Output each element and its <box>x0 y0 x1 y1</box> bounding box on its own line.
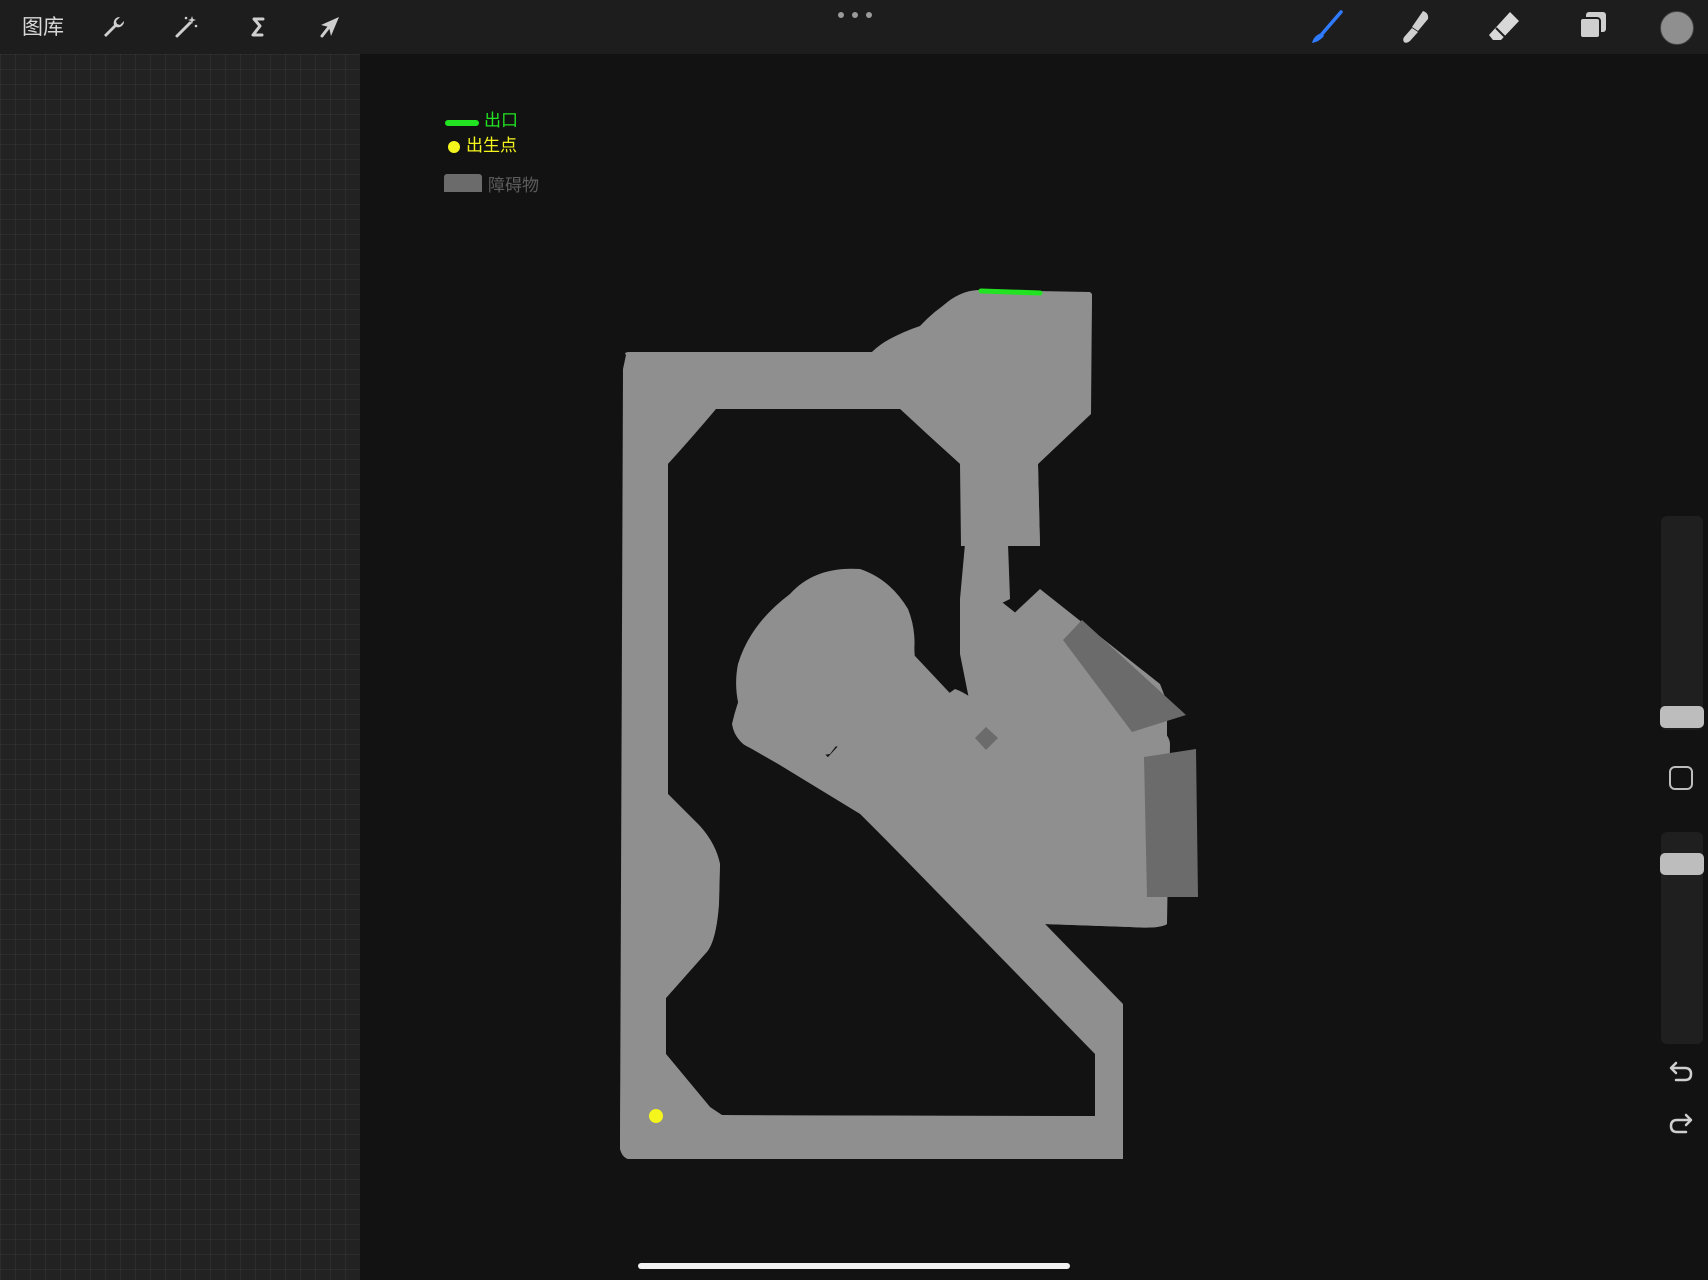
gallery-button[interactable]: 图库 <box>22 12 64 42</box>
selection-s-icon[interactable] <box>236 5 280 49</box>
square-modify-icon[interactable] <box>1669 766 1693 790</box>
brush-icon[interactable] <box>1306 5 1350 49</box>
brush-size-thumb[interactable] <box>1660 706 1704 728</box>
exit-marker <box>978 288 1043 296</box>
wrench-icon[interactable] <box>92 5 136 49</box>
top-toolbar: 图库 <box>0 0 1708 54</box>
eraser-icon[interactable] <box>1482 5 1526 49</box>
opacity-thumb[interactable] <box>1660 853 1704 875</box>
grid-background-panel <box>0 54 360 1280</box>
spawn-point-marker <box>649 1109 663 1123</box>
brush-size-slider[interactable] <box>1661 516 1703 730</box>
legend-obstacle-label: 障碍物 <box>488 176 539 196</box>
map-drawing <box>620 288 1198 1159</box>
legend-exit-label: 出口 <box>484 111 518 131</box>
redo-icon[interactable] <box>1666 1110 1696 1140</box>
smudge-icon[interactable] <box>1394 5 1438 49</box>
transform-arrow-icon[interactable] <box>308 5 352 49</box>
home-indicator[interactable] <box>638 1263 1070 1269</box>
procreate-app: 图库 出口 出生点 障碍物 <box>0 0 1708 1280</box>
legend-spawn-label: 出生点 <box>466 136 517 156</box>
color-picker-swatch[interactable] <box>1660 11 1694 45</box>
magic-wand-icon[interactable] <box>164 5 208 49</box>
layers-icon[interactable] <box>1570 5 1614 49</box>
obstacle-right <box>1144 749 1198 897</box>
undo-icon[interactable] <box>1666 1058 1696 1088</box>
drawing-canvas[interactable]: 出口 出生点 障碍物 <box>360 54 1708 1280</box>
more-options-icon[interactable] <box>838 6 872 24</box>
